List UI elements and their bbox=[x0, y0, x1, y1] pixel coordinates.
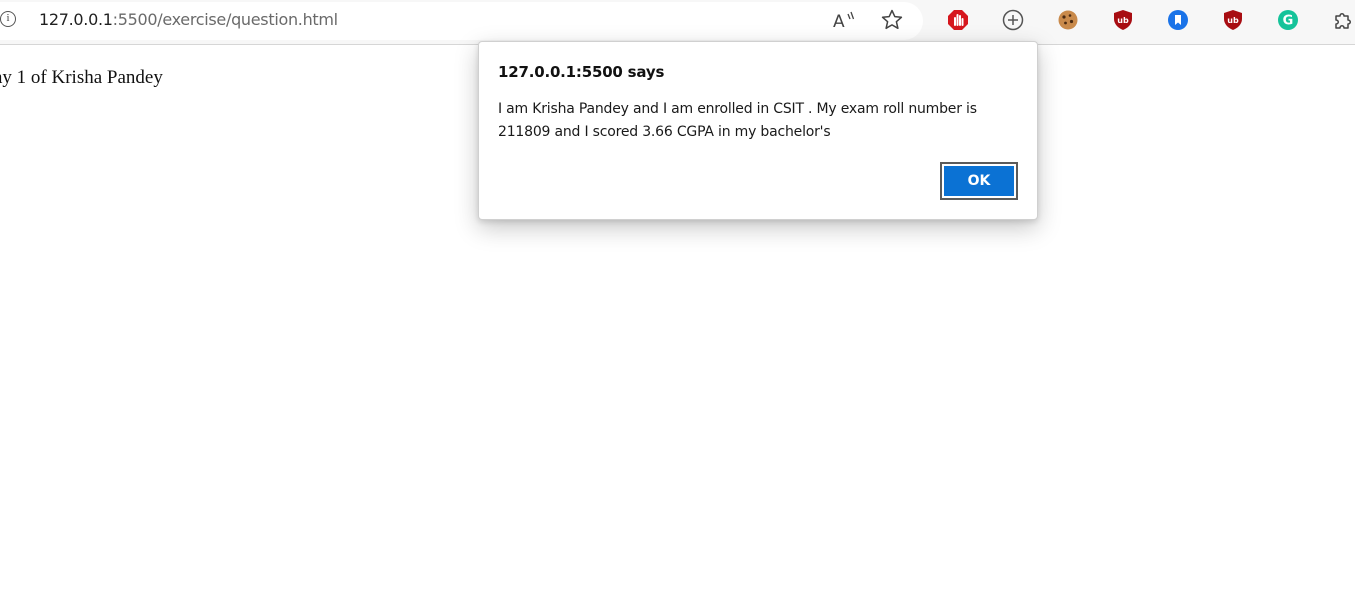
info-icon[interactable]: i bbox=[0, 11, 16, 27]
svg-text:A: A bbox=[833, 12, 845, 32]
adblock-stop-icon[interactable] bbox=[947, 9, 969, 31]
page-heading-text: ay 1 of Krisha Pandey bbox=[0, 67, 163, 88]
favorite-star-icon[interactable] bbox=[880, 8, 904, 32]
svg-text:ub: ub bbox=[1117, 16, 1129, 25]
url-path: :5500/exercise/question.html bbox=[112, 10, 338, 29]
bookmark-extension-icon[interactable] bbox=[1167, 9, 1189, 31]
url-text[interactable]: 127.0.0.1:5500/exercise/question.html bbox=[39, 10, 338, 29]
url-host: 127.0.0.1 bbox=[39, 10, 113, 29]
grammarly-icon[interactable]: G bbox=[1277, 9, 1299, 31]
add-tab-plus-icon[interactable] bbox=[1002, 9, 1024, 31]
ublock-icon-2[interactable]: ub bbox=[1222, 9, 1244, 31]
dialog-title: 127.0.0.1:5500 says bbox=[498, 63, 665, 81]
ok-button[interactable]: OK bbox=[940, 162, 1018, 200]
cookie-icon[interactable] bbox=[1057, 9, 1079, 31]
read-aloud-icon[interactable]: A bbox=[831, 8, 855, 32]
browser-toolbar: i 127.0.0.1:5500/exercise/question.html … bbox=[0, 0, 1355, 45]
svg-text:ub: ub bbox=[1227, 16, 1239, 25]
extensions-puzzle-icon[interactable] bbox=[1332, 9, 1354, 31]
svg-text:G: G bbox=[1283, 14, 1294, 29]
dialog-message: I am Krisha Pandey and I am enrolled in … bbox=[498, 101, 977, 140]
alert-dialog: 127.0.0.1:5500 says I am Krisha Pandey a… bbox=[478, 41, 1038, 220]
ublock-icon[interactable]: ub bbox=[1112, 9, 1134, 31]
